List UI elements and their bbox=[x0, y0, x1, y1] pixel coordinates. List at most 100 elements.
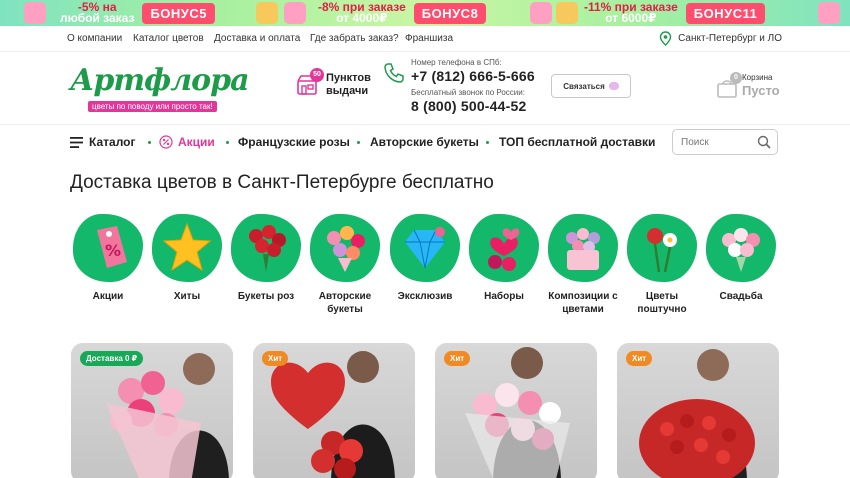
location-pin-icon bbox=[659, 31, 672, 46]
category-image bbox=[627, 214, 697, 282]
category-image bbox=[231, 214, 301, 282]
promo-line2: от 4000₽ bbox=[336, 11, 388, 25]
category-sets[interactable]: Наборы bbox=[465, 214, 543, 303]
nav-french-roses[interactable]: Французские розы bbox=[238, 135, 350, 149]
city-name: Санкт-Петербург и ЛО bbox=[678, 33, 782, 44]
promo-banner[interactable]: -5% на любой заказ БОНУС5 -8% при заказе о… bbox=[0, 0, 850, 26]
product-tag: Доставка 0 ₽ bbox=[80, 351, 144, 366]
gift-icon bbox=[256, 2, 278, 24]
product-card[interactable]: Хит bbox=[617, 343, 779, 478]
top-link-catalog[interactable]: Каталог цветов bbox=[133, 33, 204, 44]
category-label: Композиции с цветами bbox=[548, 291, 618, 315]
category-image bbox=[310, 214, 380, 282]
mixed-bouquet-icon bbox=[327, 226, 365, 272]
phone-icon bbox=[384, 63, 404, 83]
promo-item[interactable]: -5% на любой заказ БОНУС5 bbox=[60, 0, 215, 26]
category-label: Наборы bbox=[484, 291, 524, 302]
catalog-menu-button[interactable]: Каталог bbox=[70, 135, 136, 149]
category-label: Авторские букеты bbox=[318, 291, 372, 315]
category-image bbox=[152, 214, 222, 282]
logo[interactable]: Артфлора цветы по поводу или просто так! bbox=[70, 66, 250, 114]
diamond-icon bbox=[405, 227, 445, 269]
category-single-flowers[interactable]: Цветы поштучно bbox=[623, 214, 701, 316]
category-image: % bbox=[73, 214, 143, 282]
category-rose-bouquets[interactable]: Букеты роз bbox=[227, 214, 305, 303]
promo-code-badge: БОНУС5 bbox=[142, 2, 215, 24]
main-nav: Каталог Акции Французские розы Авторские… bbox=[0, 124, 850, 158]
wedding-bouquet-icon bbox=[722, 228, 760, 272]
gift-icon bbox=[284, 2, 306, 24]
top-link-franchise[interactable]: Франшиза bbox=[405, 33, 453, 44]
search-icon[interactable] bbox=[757, 135, 771, 149]
product-card[interactable]: Доставка 0 ₽ bbox=[71, 343, 233, 478]
cart-label: Корзина bbox=[742, 73, 773, 82]
flower-box-icon bbox=[566, 228, 600, 270]
cart-status: Пусто bbox=[742, 83, 780, 98]
nav-separator bbox=[226, 141, 229, 144]
heart-balloons-icon bbox=[488, 228, 520, 271]
nav-author-bouquets[interactable]: Авторские букеты bbox=[370, 135, 479, 149]
category-image bbox=[469, 214, 539, 282]
contact-button-label: Связаться bbox=[563, 81, 605, 91]
cart-count-badge: 0 bbox=[730, 72, 742, 84]
spb-phone-label: Номер телефона в СПб: bbox=[411, 58, 502, 67]
search-box bbox=[672, 129, 778, 155]
city-selector[interactable]: Санкт-Петербург и ЛО bbox=[659, 31, 782, 46]
gift-icon bbox=[24, 2, 46, 24]
promo-item[interactable]: -11% при заказе от 6000₽ БОНУС11 bbox=[584, 0, 766, 26]
nav-promotions[interactable]: Акции bbox=[159, 135, 215, 149]
top-link-about[interactable]: О компании bbox=[67, 33, 122, 44]
promo-code-badge: БОНУС11 bbox=[685, 2, 766, 24]
catalog-label: Каталог bbox=[89, 135, 136, 149]
product-card[interactable]: Хит bbox=[253, 343, 415, 478]
category-hits[interactable]: Хиты bbox=[148, 214, 226, 303]
product-tag: Хит bbox=[626, 351, 653, 366]
category-label: Эксклюзив bbox=[397, 291, 453, 302]
pickup-count-badge: 50 bbox=[310, 68, 324, 82]
page-title: Доставка цветов в Санкт-Петербурге беспл… bbox=[70, 172, 494, 193]
spb-phone-number[interactable]: +7 (812) 666-5-666 bbox=[411, 68, 535, 84]
nav-separator bbox=[486, 141, 489, 144]
product-tag: Хит bbox=[444, 351, 471, 366]
promotions-label: Акции bbox=[178, 135, 215, 149]
category-label: Хиты bbox=[173, 291, 201, 302]
pickup-label: Пунктов bbox=[326, 72, 371, 84]
gift-icon bbox=[530, 2, 552, 24]
promo-line2: от 6000₽ bbox=[605, 11, 657, 25]
nav-top-free-delivery[interactable]: ТОП бесплатной доставки bbox=[499, 135, 655, 149]
category-exclusive[interactable]: Эксклюзив bbox=[386, 214, 464, 303]
gift-icon bbox=[818, 2, 840, 24]
category-promotions[interactable]: % Акции bbox=[69, 214, 147, 303]
search-input[interactable] bbox=[681, 131, 761, 153]
single-flowers-icon bbox=[647, 228, 677, 273]
logo-tagline: цветы по поводу или просто так! bbox=[88, 101, 217, 112]
nav-separator bbox=[148, 141, 151, 144]
promo-item[interactable]: -8% при заказе от 4000₽ БОНУС8 bbox=[318, 0, 487, 26]
gift-icon bbox=[556, 2, 578, 24]
free-phone-label: Бесплатный звонок по России: bbox=[411, 88, 525, 97]
phone-block: Номер телефона в СПб: +7 (812) 666-5-666… bbox=[411, 58, 535, 118]
pickup-label: выдачи bbox=[326, 85, 369, 97]
category-label: Свадьба bbox=[719, 291, 763, 302]
category-label: Акции bbox=[92, 291, 124, 302]
category-image bbox=[390, 214, 460, 282]
category-wedding[interactable]: Свадьба bbox=[702, 214, 780, 303]
menu-icon bbox=[70, 136, 83, 148]
chat-bubble-icon bbox=[608, 82, 619, 90]
pickup-points-link[interactable]: 50 Пунктов выдачи bbox=[296, 68, 371, 98]
product-card[interactable]: Хит bbox=[435, 343, 597, 478]
nav-separator bbox=[357, 141, 360, 144]
category-image bbox=[706, 214, 776, 282]
free-phone-number[interactable]: 8 (800) 500-44-52 bbox=[411, 98, 535, 114]
product-tag: Хит bbox=[262, 351, 289, 366]
top-link-delivery[interactable]: Доставка и оплата bbox=[214, 33, 300, 44]
category-author-bouquets[interactable]: Авторские букеты bbox=[306, 214, 384, 316]
svg-text:%: % bbox=[105, 241, 121, 260]
top-nav: О компании Каталог цветов Доставка и опл… bbox=[0, 26, 850, 52]
category-compositions[interactable]: Композиции с цветами bbox=[544, 214, 622, 316]
category-label: Цветы поштучно bbox=[637, 291, 687, 315]
contact-button[interactable]: Связаться bbox=[551, 74, 631, 98]
top-link-pickup[interactable]: Где забрать заказ? bbox=[310, 33, 399, 44]
percent-icon bbox=[159, 135, 173, 149]
category-image bbox=[548, 214, 618, 282]
